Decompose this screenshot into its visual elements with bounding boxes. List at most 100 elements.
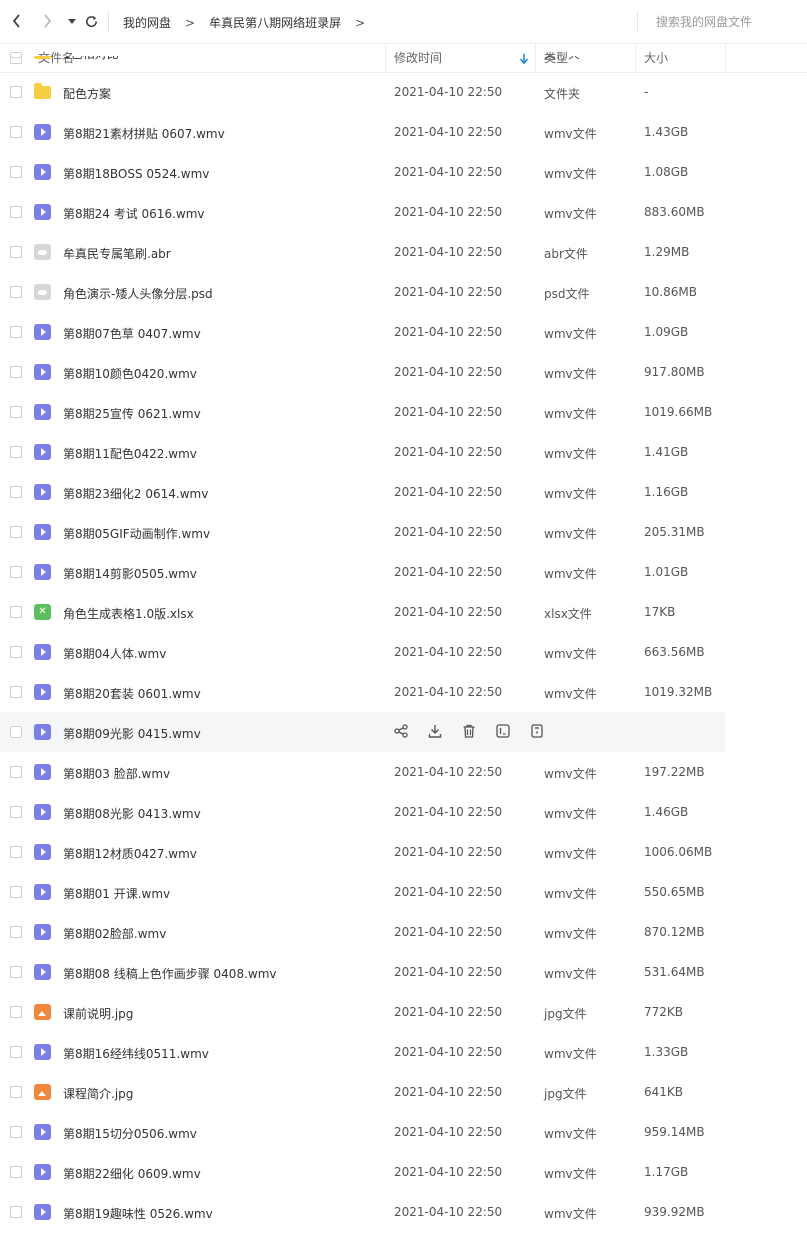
more-icon[interactable] [529,723,545,739]
forward-arrow-icon[interactable] [38,12,56,30]
file-name[interactable]: 第8期25宣传 0621.wmv [63,405,201,422]
file-row[interactable]: 课前说明.jpg 2021-04-10 22:50 jpg文件 772KB [0,992,725,1032]
row-checkbox[interactable] [10,246,22,258]
file-row[interactable]: 第8期16经纬线0511.wmv 2021-04-10 22:50 wmv文件 1.3… [0,1032,725,1072]
row-checkbox[interactable] [10,526,22,538]
file-row[interactable]: 第8期25宣传 0621.wmv 2021-04-10 22:50 wmv文件 101… [0,392,725,432]
file-name[interactable]: 第8期14剪影0505.wmv [63,565,197,582]
row-checkbox[interactable] [10,166,22,178]
file-row[interactable]: 第8期11配色0422.wmv 2021-04-10 22:50 wmv文件 1.41… [0,432,725,472]
row-checkbox[interactable] [10,686,22,698]
row-checkbox[interactable] [10,446,22,458]
file-row[interactable]: 配色方案 2021-04-10 22:50 文件夹 - [0,72,725,112]
row-checkbox[interactable] [10,1206,22,1218]
row-checkbox[interactable] [10,126,22,138]
row-checkbox[interactable] [10,406,22,418]
file-row[interactable]: 第8期18BOSS 0524.wmv 2021-04-10 22:50 wmv文件 1… [0,152,725,192]
file-row[interactable]: 第8期03 脸部.wmv 2021-04-10 22:50 wmv文件 197.22M… [0,752,725,792]
file-name[interactable]: 第8期10颜色0420.wmv [63,365,197,382]
row-checkbox[interactable] [10,646,22,658]
file-name[interactable]: 第8期19趣味性 0526.wmv [63,1205,213,1222]
file-name[interactable]: 第8期11配色0422.wmv [63,445,197,462]
row-checkbox[interactable] [10,1126,22,1138]
file-row[interactable]: 第8期12材质0427.wmv 2021-04-10 22:50 wmv文件 1006… [0,832,725,872]
file-name[interactable]: 第8期08光影 0413.wmv [63,805,201,822]
file-name[interactable]: 角色演示-矮人头像分层.psd [63,285,213,302]
file-row[interactable]: 第8期08 线稿上色作画步骤 0408.wmv 2021-04-10 22:50 w… [0,952,725,992]
file-name[interactable]: 第8期08 线稿上色作画步骤 0408.wmv [63,965,277,982]
row-checkbox[interactable] [10,1086,22,1098]
file-name[interactable]: 课程简介.jpg [63,1085,133,1102]
file-name[interactable]: 第8期04人体.wmv [63,645,166,662]
file-row[interactable]: ✕ 角色生成表格1.0版.xlsx 2021-04-10 22:50 xlsx文件 17… [0,592,725,632]
search-input[interactable] [656,13,796,31]
file-name[interactable]: 牟真民专属笔刷.abr [63,245,171,262]
file-name[interactable]: 配色方案 [63,85,111,102]
file-row[interactable]: 牟真民专属笔刷.abr 2021-04-10 22:50 abr文件 1.29MB [0,232,725,272]
breadcrumb-current[interactable]: 牟真民第八期网络班录屏 [209,14,341,31]
file-name[interactable]: 第8期12材质0427.wmv [63,845,197,862]
file-row[interactable]: 课程简介.jpg 2021-04-10 22:50 jpg文件 641KB [0,1072,725,1112]
file-row[interactable]: 第8期19趣味性 0526.wmv 2021-04-10 22:50 wmv文件 93… [0,1192,725,1232]
row-checkbox[interactable] [10,806,22,818]
file-row[interactable]: 第8期23细化2 0614.wmv 2021-04-10 22:50 wmv文件 1.… [0,472,725,512]
file-row[interactable]: 第8期14剪影0505.wmv 2021-04-10 22:50 wmv文件 1.01… [0,552,725,592]
file-row[interactable]: 第8期20套装 0601.wmv 2021-04-10 22:50 wmv文件 101… [0,672,725,712]
file-row[interactable]: 第8期04人体.wmv 2021-04-10 22:50 wmv文件 663.56MB [0,632,725,672]
file-row[interactable]: 第8期02脸部.wmv 2021-04-10 22:50 wmv文件 870.12MB [0,912,725,952]
file-row[interactable]: 1色相对比 2021-04-10 22:50 文件夹 - [0,56,725,72]
file-row[interactable]: 第8期07色草 0407.wmv 2021-04-10 22:50 wmv文件 1.0… [0,312,725,352]
file-row[interactable]: 第8期22细化 0609.wmv 2021-04-10 22:50 wmv文件 1.1… [0,1152,725,1192]
share-icon[interactable] [393,723,409,739]
row-checkbox[interactable] [10,966,22,978]
back-arrow-icon[interactable] [8,12,26,30]
row-checkbox[interactable] [10,606,22,618]
row-checkbox[interactable] [10,766,22,778]
file-row[interactable]: 第8期15切分0506.wmv 2021-04-10 22:50 wmv文件 959.… [0,1112,725,1152]
row-checkbox[interactable] [10,326,22,338]
file-name[interactable]: 课前说明.jpg [63,1005,133,1022]
download-icon[interactable] [427,723,443,739]
file-name[interactable]: 角色生成表格1.0版.xlsx [63,605,194,622]
row-checkbox[interactable] [10,566,22,578]
file-row[interactable]: 第8期24 考试 0616.wmv 2021-04-10 22:50 wmv文件 88… [0,192,725,232]
file-name[interactable]: 第8期18BOSS 0524.wmv [63,165,209,182]
file-name[interactable]: 第8期01 开课.wmv [63,885,170,902]
row-checkbox[interactable] [10,486,22,498]
file-name[interactable]: 第8期22细化 0609.wmv [63,1165,201,1182]
history-dropdown-icon[interactable] [63,12,81,30]
breadcrumb-root[interactable]: 我的网盘 [123,14,171,31]
file-name[interactable]: 第8期24 考试 0616.wmv [63,205,205,222]
file-name[interactable]: 第8期15切分0506.wmv [63,1125,197,1142]
row-checkbox[interactable] [10,886,22,898]
row-checkbox[interactable] [10,846,22,858]
row-checkbox[interactable] [10,1006,22,1018]
row-checkbox[interactable] [10,926,22,938]
row-checkbox[interactable] [10,286,22,298]
file-row[interactable]: 第8期09光影 0415.wmv [0,712,725,752]
row-checkbox[interactable] [10,56,22,58]
file-name[interactable]: 第8期05GIF动画制作.wmv [63,525,210,542]
file-row[interactable]: 第8期01 开课.wmv 2021-04-10 22:50 wmv文件 550.65M… [0,872,725,912]
file-name[interactable]: 第8期21素材拼贴 0607.wmv [63,125,225,142]
file-name[interactable]: 第8期02脸部.wmv [63,925,166,942]
row-checkbox[interactable] [10,366,22,378]
refresh-icon[interactable] [82,12,100,30]
rename-icon[interactable] [495,723,511,739]
file-name[interactable]: 1色相对比 [63,56,119,62]
file-name[interactable]: 第8期23细化2 0614.wmv [63,485,208,502]
file-row[interactable]: 第8期08光影 0413.wmv 2021-04-10 22:50 wmv文件 1.4… [0,792,725,832]
row-checkbox[interactable] [10,206,22,218]
row-checkbox[interactable] [10,1046,22,1058]
file-name[interactable]: 第8期03 脸部.wmv [63,765,170,782]
row-checkbox[interactable] [10,1166,22,1178]
file-name[interactable]: 第8期16经纬线0511.wmv [63,1045,209,1062]
file-row[interactable]: 第8期10颜色0420.wmv 2021-04-10 22:50 wmv文件 917.… [0,352,725,392]
file-row[interactable]: 角色演示-矮人头像分层.psd 2021-04-10 22:50 psd文件 10.8… [0,272,725,312]
file-name[interactable]: 第8期09光影 0415.wmv [63,725,201,742]
row-checkbox[interactable] [10,726,22,738]
file-row[interactable]: 第8期21素材拼贴 0607.wmv 2021-04-10 22:50 wmv文件 1… [0,112,725,152]
delete-icon[interactable] [461,723,477,739]
file-name[interactable]: 第8期07色草 0407.wmv [63,325,201,342]
row-checkbox[interactable] [10,86,22,98]
